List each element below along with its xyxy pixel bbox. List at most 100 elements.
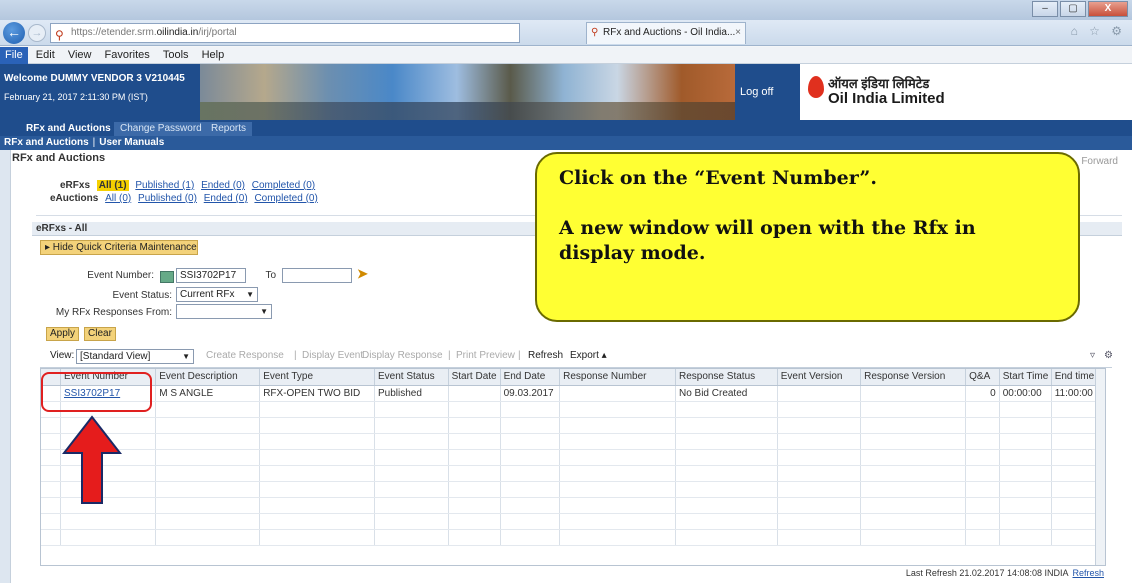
cell-response-version bbox=[860, 385, 967, 402]
column-header-qa[interactable]: Q&A bbox=[965, 369, 1000, 386]
menu-view[interactable]: View bbox=[63, 47, 97, 64]
toolbar-separator: | bbox=[448, 350, 451, 361]
menu-tools[interactable]: Tools bbox=[158, 47, 194, 64]
minimize-button[interactable]: – bbox=[1032, 1, 1058, 17]
menu-help[interactable]: Help bbox=[197, 47, 230, 64]
table-row bbox=[41, 401, 1105, 418]
welcome-date: February 21, 2017 2:11:30 PM (IST) bbox=[4, 92, 148, 102]
column-header-response-number[interactable]: Response Number bbox=[559, 369, 676, 386]
column-header-end-date[interactable]: End Date bbox=[500, 369, 561, 386]
cell-response-status: No Bid Created bbox=[675, 385, 778, 402]
event-status-value: Current RFx bbox=[180, 289, 235, 300]
callout-line-2: A new window will open with the Rfx in d… bbox=[559, 217, 976, 264]
close-button[interactable]: X bbox=[1088, 1, 1128, 17]
tab-title: RFx and Auctions - Oil India... bbox=[603, 27, 736, 38]
clear-button[interactable]: Clear bbox=[84, 327, 116, 341]
table-row[interactable]: SSI3702P17 M S ANGLE RFX-OPEN TWO BID Pu… bbox=[41, 385, 1105, 402]
event-status-select[interactable]: Current RFx ▼ bbox=[176, 287, 258, 302]
filter-icon[interactable]: ▿ bbox=[1090, 350, 1095, 361]
column-header-start-time[interactable]: Start Time bbox=[999, 369, 1052, 386]
display-response-button[interactable]: Display Response bbox=[362, 350, 443, 361]
toolbar-separator: | bbox=[294, 350, 297, 361]
address-bar[interactable]: ⚲ https://etender.srm.oilindia.in/irj/po… bbox=[50, 23, 520, 43]
to-label: To bbox=[265, 270, 276, 281]
home-star-gear-icon[interactable]: ⌂ ☆ ⚙ bbox=[1071, 24, 1126, 38]
table-header-row: Event Number Event Description Event Typ… bbox=[41, 369, 1105, 386]
event-number-input[interactable]: SSI3702P17 bbox=[176, 268, 246, 283]
table-row bbox=[41, 529, 1105, 546]
table-scrollbar[interactable] bbox=[1095, 369, 1105, 565]
logoff-link[interactable]: Log off bbox=[740, 86, 773, 98]
back-arrow-icon[interactable]: ← bbox=[3, 22, 25, 44]
export-button[interactable]: Export ▴ bbox=[570, 350, 607, 361]
last-refresh-status: Last Refresh 21.02.2017 14:08:08 INDIA Re… bbox=[906, 568, 1104, 578]
tab-rfx-auctions[interactable]: RFx and Auctions bbox=[20, 122, 117, 136]
erfx-ended-link[interactable]: Ended (0) bbox=[201, 180, 245, 191]
column-header-event-type[interactable]: Event Type bbox=[259, 369, 375, 386]
display-event-button[interactable]: Display Event bbox=[302, 350, 363, 361]
erfx-published-link[interactable]: Published (1) bbox=[135, 180, 194, 191]
column-header-event-description[interactable]: Event Description bbox=[155, 369, 261, 386]
tab-reports[interactable]: Reports bbox=[205, 122, 253, 136]
events-table: Event Number Event Description Event Typ… bbox=[40, 368, 1106, 566]
refresh-link[interactable]: Refresh bbox=[1072, 568, 1104, 578]
column-header-event-version[interactable]: Event Version bbox=[777, 369, 862, 386]
chevron-down-icon: ▼ bbox=[182, 352, 190, 361]
callout-line-1: Click on the “Event Number”. bbox=[559, 167, 877, 189]
eauction-published-link[interactable]: Published (0) bbox=[138, 193, 197, 204]
cell-event-description: M S ANGLE bbox=[155, 385, 261, 402]
erfx-label: eRFxs bbox=[60, 180, 91, 191]
my-responses-select[interactable]: ▼ bbox=[176, 304, 272, 319]
print-preview-button[interactable]: Print Preview bbox=[456, 350, 515, 361]
welcome-text: Welcome DUMMY VENDOR 3 V210445 bbox=[4, 73, 185, 84]
table-row bbox=[41, 497, 1105, 514]
cell-event-version bbox=[777, 385, 862, 402]
cell-start-time: 00:00:00 bbox=[999, 385, 1052, 402]
event-number-to-input[interactable] bbox=[282, 268, 352, 283]
event-number-label: Event Number: bbox=[87, 270, 154, 281]
cell-end-date: 09.03.2017 bbox=[500, 385, 561, 402]
table-row bbox=[41, 449, 1105, 466]
forward-link[interactable]: Forward bbox=[1081, 156, 1118, 167]
eauction-ended-link[interactable]: Ended (0) bbox=[204, 193, 248, 204]
multiple-selection-icon[interactable]: ➤ bbox=[357, 266, 368, 282]
column-header-start-date[interactable]: Start Date bbox=[448, 369, 501, 386]
table-row bbox=[41, 417, 1105, 434]
settings-wrench-icon[interactable]: ⚙ bbox=[1104, 350, 1113, 361]
menu-edit[interactable]: Edit bbox=[31, 47, 60, 64]
column-header-response-status[interactable]: Response Status bbox=[675, 369, 778, 386]
create-response-button[interactable]: Create Response bbox=[206, 350, 284, 361]
subnav-user-manuals[interactable]: User Manuals bbox=[99, 137, 164, 148]
browser-navbar: ← → ⚲ https://etender.srm.oilindia.in/ir… bbox=[0, 20, 1132, 46]
column-header-event-status[interactable]: Event Status bbox=[374, 369, 449, 386]
header-banner-image bbox=[200, 64, 735, 120]
event-status-label: Event Status: bbox=[112, 290, 172, 301]
view-select[interactable]: [Standard View] ▼ bbox=[76, 349, 194, 364]
hide-quick-criteria-button[interactable]: ▸ Hide Quick Criteria Maintenance bbox=[40, 240, 198, 255]
refresh-button[interactable]: Refresh bbox=[528, 350, 563, 361]
input-help-icon[interactable] bbox=[160, 271, 174, 283]
eauction-all-link[interactable]: All (0) bbox=[105, 193, 131, 204]
eauction-filter-row: eAuctions All (0) Published (0) Ended (0… bbox=[50, 193, 318, 204]
column-header-response-version[interactable]: Response Version bbox=[860, 369, 967, 386]
tab-change-password[interactable]: Change Password bbox=[114, 122, 208, 136]
tab-close-icon[interactable]: × bbox=[735, 23, 741, 43]
erfx-filter-row: eRFxs All (1) Published (1) Ended (0) Co… bbox=[50, 180, 315, 191]
left-collapse-bar[interactable] bbox=[0, 150, 10, 583]
apply-button[interactable]: Apply bbox=[46, 327, 80, 341]
browser-tab[interactable]: ⚲ RFx and Auctions - Oil India... × bbox=[586, 22, 746, 44]
menu-favorites[interactable]: Favorites bbox=[100, 47, 155, 64]
logo-english-text: Oil India Limited bbox=[828, 90, 945, 107]
my-responses-label: My RFx Responses From: bbox=[55, 307, 172, 318]
menu-file[interactable]: File bbox=[0, 47, 28, 64]
oil-drop-icon bbox=[808, 76, 824, 98]
table-row bbox=[41, 465, 1105, 482]
erfx-all-link[interactable]: All (1) bbox=[96, 180, 129, 191]
subnav-rfx-auctions[interactable]: RFx and Auctions bbox=[4, 137, 89, 148]
event-number-highlight bbox=[41, 372, 152, 412]
erfx-completed-link[interactable]: Completed (0) bbox=[252, 180, 315, 191]
maximize-button[interactable]: ▢ bbox=[1060, 1, 1086, 17]
address-prefix: https://etender.srm. bbox=[71, 27, 157, 38]
forward-arrow-icon[interactable]: → bbox=[28, 24, 46, 42]
eauction-completed-link[interactable]: Completed (0) bbox=[254, 193, 317, 204]
